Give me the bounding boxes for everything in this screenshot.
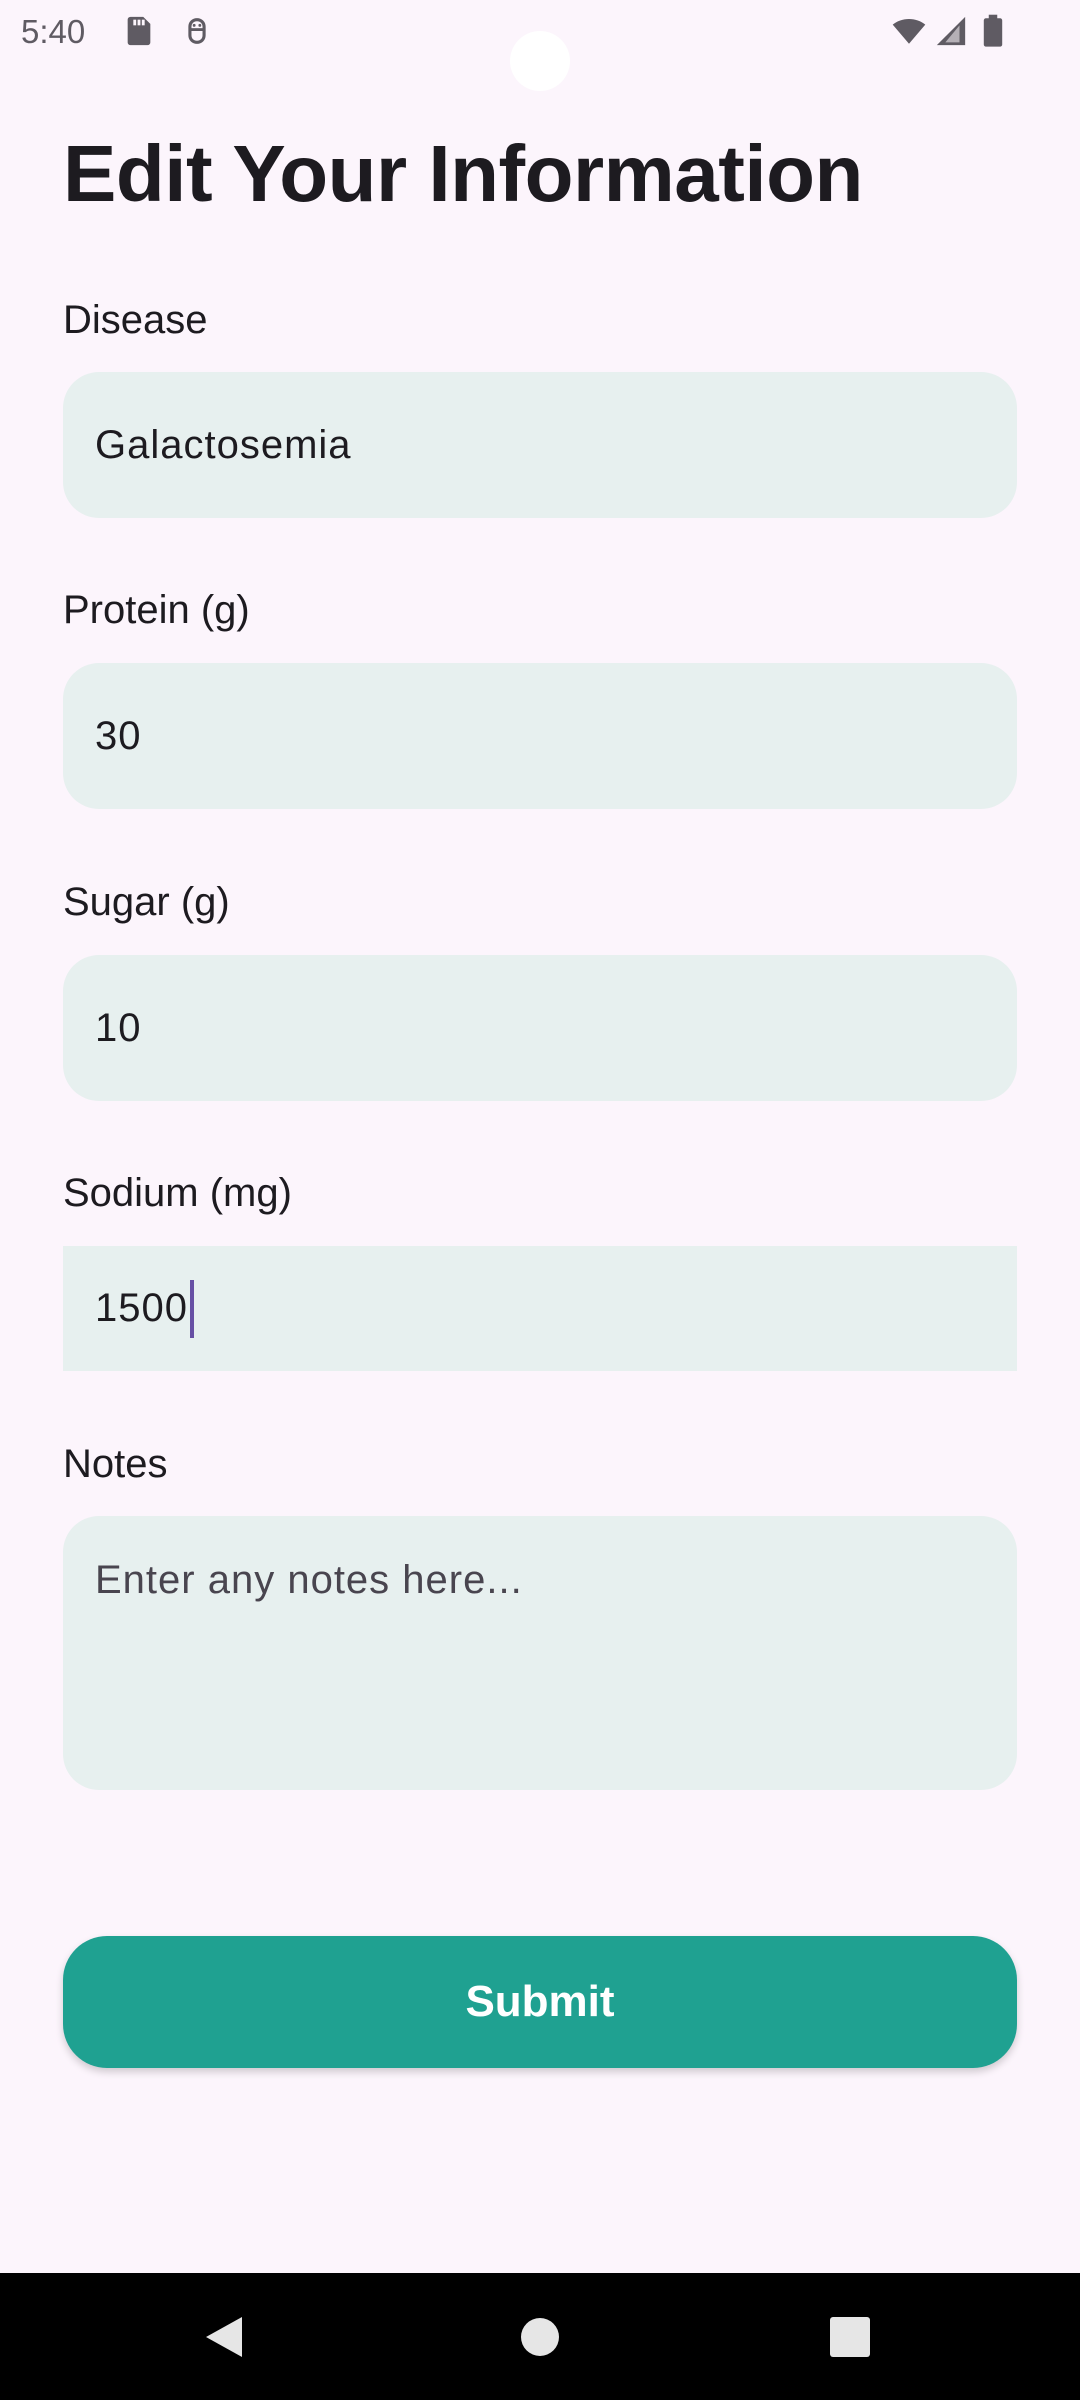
status-time: 5:40 xyxy=(21,13,86,50)
battery-icon xyxy=(980,14,1014,48)
sodium-label: Sodium (mg) xyxy=(63,1171,292,1215)
camera-cutout xyxy=(510,31,570,91)
debug-icon xyxy=(180,14,214,48)
protein-value: 30 xyxy=(95,713,142,758)
home-icon[interactable] xyxy=(508,2305,572,2369)
page-title: Edit Your Information xyxy=(63,129,863,218)
signal-icon xyxy=(934,14,968,48)
back-icon[interactable] xyxy=(192,2305,256,2369)
disease-value: Galactosemia xyxy=(95,422,352,467)
sugar-field[interactable]: 10 xyxy=(63,955,1017,1101)
disease-label: Disease xyxy=(63,298,208,342)
recents-icon[interactable] xyxy=(818,2305,882,2369)
protein-field[interactable]: 30 xyxy=(63,663,1017,809)
sodium-value: 1500 xyxy=(95,1286,188,1330)
notes-field[interactable]: Enter any notes here... xyxy=(63,1516,1017,1790)
status-bar: 5:40 xyxy=(0,0,1080,91)
notes-label: Notes xyxy=(63,1442,168,1486)
navigation-bar xyxy=(0,2273,1080,2400)
disease-field[interactable]: Galactosemia xyxy=(63,372,1017,518)
sodium-field[interactable]: 1500 xyxy=(63,1246,1017,1371)
protein-label: Protein (g) xyxy=(63,588,250,632)
sugar-label: Sugar (g) xyxy=(63,880,230,924)
sd-card-icon xyxy=(122,14,156,48)
wifi-icon xyxy=(891,14,926,48)
notes-placeholder: Enter any notes here... xyxy=(95,1558,523,1602)
sugar-value: 10 xyxy=(95,1005,142,1050)
submit-button[interactable]: Submit xyxy=(63,1936,1017,2068)
text-cursor xyxy=(189,1279,194,1338)
